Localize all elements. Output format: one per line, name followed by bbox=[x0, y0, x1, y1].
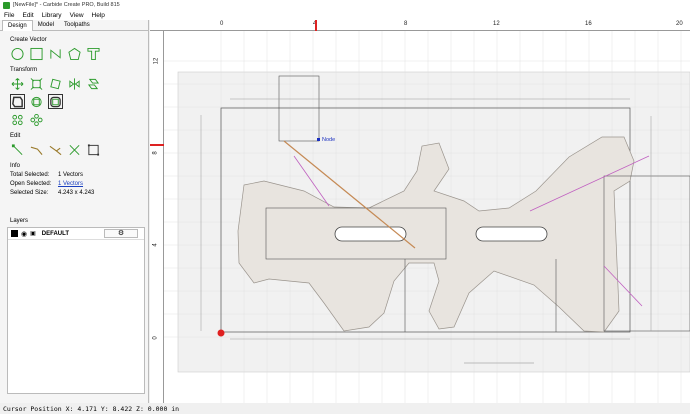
node-label: Node bbox=[322, 137, 336, 143]
ruler-left-label: 8 bbox=[152, 151, 159, 155]
menu-help[interactable]: Help bbox=[92, 12, 105, 19]
boolean-icon[interactable] bbox=[29, 94, 44, 109]
node-edit-icon[interactable] bbox=[10, 142, 25, 157]
layers-label: Layers bbox=[10, 218, 29, 224]
panel-tabs: Design Model Toolpaths bbox=[0, 20, 148, 31]
ruler-top-label: 12 bbox=[493, 21, 500, 27]
menu-bar: File Edit Library View Help bbox=[0, 10, 690, 20]
open-selected-label: Open Selected: bbox=[10, 181, 52, 187]
info-label: Info bbox=[10, 163, 21, 169]
ruler-cursor-marker bbox=[150, 144, 164, 146]
ruler-left-label: 4 bbox=[152, 243, 159, 247]
design-drawing[interactable] bbox=[164, 31, 690, 403]
edit-tools bbox=[10, 142, 148, 157]
grid-array-icon[interactable] bbox=[10, 112, 25, 127]
selected-size-value: 4.243 x 4.243 bbox=[58, 190, 95, 196]
left-panel: Design Model Toolpaths Create Vector Tra… bbox=[0, 20, 149, 403]
scale-icon[interactable] bbox=[29, 76, 44, 91]
total-selected-label: Total Selected: bbox=[10, 172, 50, 178]
cursor-position: Cursor Position X: 4.171 Y: 8.422 Z: 0.0… bbox=[3, 404, 180, 413]
ruler-left: 12 8 4 0 bbox=[150, 31, 164, 403]
lock-icon[interactable]: ▣ bbox=[30, 230, 36, 237]
slot-left bbox=[334, 226, 407, 242]
ruler-top-label: 8 bbox=[404, 21, 408, 27]
eye-icon[interactable]: ◉ bbox=[21, 230, 27, 238]
node-handle bbox=[317, 138, 320, 141]
mirror-icon[interactable] bbox=[67, 76, 82, 91]
slot-right bbox=[475, 226, 548, 242]
layer-name: DEFAULT bbox=[41, 230, 70, 237]
rotate-icon[interactable] bbox=[48, 76, 63, 91]
total-selected-line: Total Selected: 1 Vectors bbox=[10, 172, 148, 178]
menu-view[interactable]: View bbox=[70, 12, 84, 19]
create-vector-label: Create Vector bbox=[10, 37, 47, 43]
open-selected-link[interactable]: 1 Vectors bbox=[58, 181, 83, 187]
transform-label: Transform bbox=[10, 67, 38, 73]
selected-size-line: Selected Size: 4.243 x 4.243 bbox=[10, 190, 148, 196]
curve-tool-icon[interactable] bbox=[48, 46, 63, 61]
gear-icon[interactable]: ⚙ bbox=[104, 229, 138, 238]
move-icon[interactable] bbox=[10, 76, 25, 91]
app-icon bbox=[3, 1, 10, 9]
selected-size-label: Selected Size: bbox=[10, 190, 49, 196]
offset-icon[interactable] bbox=[10, 94, 25, 109]
transform-tools-row-2 bbox=[10, 94, 148, 109]
origin-marker bbox=[217, 329, 225, 337]
fillet-icon[interactable] bbox=[48, 94, 63, 109]
layer-color-swatch[interactable] bbox=[11, 230, 18, 237]
ruler-top-label: 20 bbox=[676, 21, 683, 27]
status-bar: Cursor Position X: 4.171 Y: 8.422 Z: 0.0… bbox=[0, 403, 690, 414]
layers-list: ◉ ▣ DEFAULT ⚙ bbox=[7, 227, 145, 394]
join-icon[interactable] bbox=[29, 142, 44, 157]
transform-tools-row-1 bbox=[10, 76, 148, 91]
app-window: [NewFile]* - Carbide Create PRO, Build 8… bbox=[0, 0, 690, 414]
ruler-left-label: 0 bbox=[152, 336, 159, 340]
edit-label: Edit bbox=[10, 133, 21, 139]
ruler-top-label: 16 bbox=[585, 21, 592, 27]
transform-tools-row-3 bbox=[10, 112, 148, 127]
smooth-icon[interactable] bbox=[67, 142, 82, 157]
bounding-box-icon[interactable] bbox=[86, 142, 101, 157]
menu-edit[interactable]: Edit bbox=[22, 12, 33, 19]
polygon-tool-icon[interactable] bbox=[67, 46, 82, 61]
tab-toolpaths[interactable]: Toolpaths bbox=[59, 20, 95, 31]
window-title: [NewFile]* - Carbide Create PRO, Build 8… bbox=[13, 2, 120, 8]
ruler-cursor-marker bbox=[315, 20, 317, 31]
trim-icon[interactable] bbox=[48, 142, 63, 157]
menu-library[interactable]: Library bbox=[42, 12, 62, 19]
tab-design[interactable]: Design bbox=[2, 20, 33, 31]
ruler-top-label: 0 bbox=[220, 21, 224, 27]
create-vector-tools bbox=[10, 46, 148, 61]
title-bar: [NewFile]* - Carbide Create PRO, Build 8… bbox=[0, 0, 690, 10]
layer-row[interactable]: ◉ ▣ DEFAULT ⚙ bbox=[8, 228, 144, 240]
circle-tool-icon[interactable] bbox=[10, 46, 25, 61]
total-selected-value: 1 Vectors bbox=[58, 172, 84, 178]
circular-array-icon[interactable] bbox=[29, 112, 44, 127]
menu-file[interactable]: File bbox=[4, 12, 14, 19]
align-icon[interactable] bbox=[86, 76, 101, 91]
tab-model[interactable]: Model bbox=[33, 20, 59, 31]
ruler-top: 0 4 8 12 16 20 bbox=[150, 20, 690, 31]
design-canvas[interactable]: 0 4 8 12 16 20 12 8 4 0 bbox=[150, 20, 690, 403]
ruler-left-label: 12 bbox=[153, 57, 160, 65]
open-selected-line: Open Selected: 1 Vectors bbox=[10, 181, 148, 187]
rectangle-tool-icon[interactable] bbox=[29, 46, 44, 61]
text-tool-icon[interactable] bbox=[86, 46, 101, 61]
